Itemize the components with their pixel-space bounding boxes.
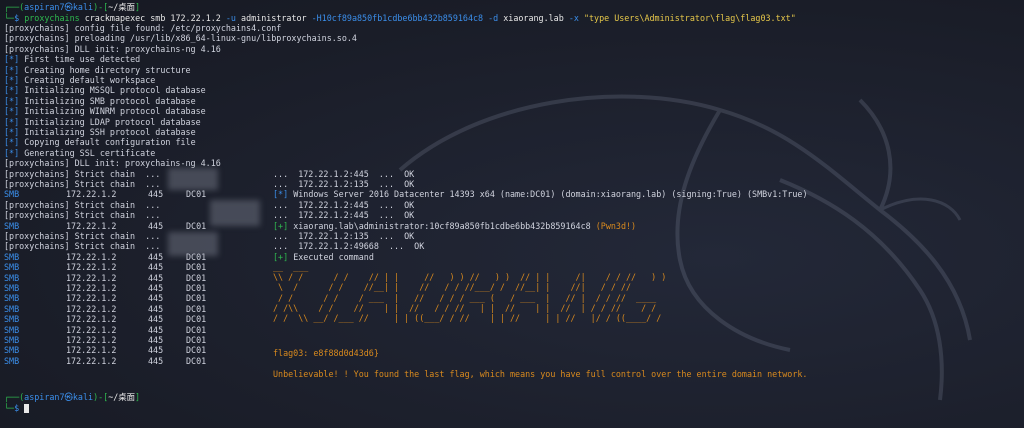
pwned-badge: (Pwn3d!) — [595, 220, 637, 231]
ok-line: ... 172.22.1.2:49668 ... OK — [273, 241, 425, 252]
prompt-dir: ~/桌面 — [108, 2, 136, 12]
ok-line: ... 172.22.1.2:445 ... OK — [273, 199, 415, 210]
exec-line: [+] Executed command — [273, 251, 374, 262]
prompt-at: ㉿ — [64, 2, 73, 12]
strict-chain-line: [proxychains] Strict chain ... — [4, 179, 161, 189]
proxychains-line: [proxychains] DLL init: proxychains-ng 4… — [4, 43, 221, 54]
prompt-host: kali — [72, 2, 94, 12]
command-line: └─$ proxychains crackmapexec smb 172.22.… — [4, 12, 796, 23]
status-line: [*] Creating default workspace — [4, 75, 156, 85]
status-line: [*] Initializing SSH protocol database — [4, 127, 196, 137]
smb-row: SMB 172.22.1.2 445 DC01 — [4, 262, 207, 273]
smb-row: SMB 172.22.1.2 445 DC01 — [4, 251, 207, 262]
strict-chain-line: [proxychains] Strict chain ... — [4, 199, 161, 210]
ok-line: ... 172.22.1.2:135 ... OK — [273, 231, 415, 241]
status-line: [*] Initializing MSSQL protocol database — [4, 85, 206, 96]
proxychains-line: [proxychains] config file found: /etc/pr… — [4, 23, 282, 33]
prompt-symbol: $ — [14, 12, 20, 23]
prompt-header: ┌──(aspiran7㉿kali)-[~/桌面] — [4, 2, 141, 12]
strict-chain-line: [proxychains] Strict chain ... — [4, 168, 161, 179]
smb-row: SMB 172.22.1.2 445 DC01 — [4, 345, 207, 356]
status-line: [*] First time use detected — [4, 54, 141, 65]
smb-row: SMB 172.22.1.2 445 DC01 — [4, 272, 207, 283]
info-line: [*] Windows Server 2016 Datacenter 14393… — [273, 189, 808, 200]
command-bin: proxychains — [24, 12, 80, 23]
terminal-window[interactable]: ┌──(aspiran7㉿kali)-[~/桌面] └─$ proxychain… — [0, 0, 1024, 428]
smb-row: SMB 172.22.1.2 445 DC01 — [4, 189, 207, 200]
status-line: [*] Creating home directory structure — [4, 64, 191, 75]
command-tool: crackmapexec smb 172.22.1.2 — [84, 12, 221, 23]
strict-chain-line: [proxychains] Strict chain ... — [4, 210, 161, 221]
smb-row: SMB 172.22.1.2 445 DC01 — [4, 220, 207, 231]
ok-line: ... 172.22.1.2:445 ... OK — [273, 210, 415, 221]
pwned-line: [+] xiaorang.lab\administrator:10cf89a85… — [273, 220, 637, 231]
redacted-area — [210, 200, 260, 226]
strict-chain-line: [proxychains] Strict chain ... — [4, 231, 161, 241]
strict-chain-line: [proxychains] Strict chain ... — [4, 241, 161, 252]
redacted-area — [168, 232, 218, 256]
status-line: [*] Initializing WINRM protocol database — [4, 106, 206, 117]
status-line: [*] Generating SSL certificate — [4, 147, 156, 158]
smb-row: SMB 172.22.1.2 445 DC01 — [4, 355, 207, 366]
smb-row: SMB 172.22.1.2 445 DC01 — [4, 324, 207, 335]
smb-row: SMB 172.22.1.2 445 DC01 — [4, 293, 207, 304]
prompt-header: ┌──(aspiran7㉿kali)-[~/桌面] — [4, 392, 141, 402]
status-line: [*] Initializing LDAP protocol database — [4, 116, 201, 127]
ok-line: ... 172.22.1.2:445 ... OK — [273, 168, 415, 179]
status-line: [*] Copying default configuration file — [4, 137, 196, 148]
ascii-art-banner: __ ___ \\ / / / / // | | // ) ) // ) ) /… — [273, 262, 667, 324]
prompt-user: aspiran7 — [24, 2, 65, 12]
smb-row: SMB 172.22.1.2 445 DC01 — [4, 335, 207, 345]
status-line: [*] Initializing SMB protocol database — [4, 95, 196, 106]
redacted-area — [168, 168, 218, 190]
smb-row: SMB 172.22.1.2 445 DC01 — [4, 303, 207, 314]
smb-row: SMB 172.22.1.2 445 DC01 — [4, 314, 207, 325]
ok-line: ... 172.22.1.2:135 ... OK — [273, 179, 415, 189]
proxychains-line: [proxychains] preloading /usr/lib/x86_64… — [4, 33, 357, 44]
final-message: Unbelievable! ! You found the last flag,… — [273, 369, 808, 379]
smb-row: SMB 172.22.1.2 445 DC01 — [4, 283, 207, 293]
input-line[interactable]: └─$ — [4, 403, 30, 413]
flag-text: flag03: e8f88d0d43d6} — [273, 348, 379, 358]
text-cursor — [24, 403, 30, 413]
